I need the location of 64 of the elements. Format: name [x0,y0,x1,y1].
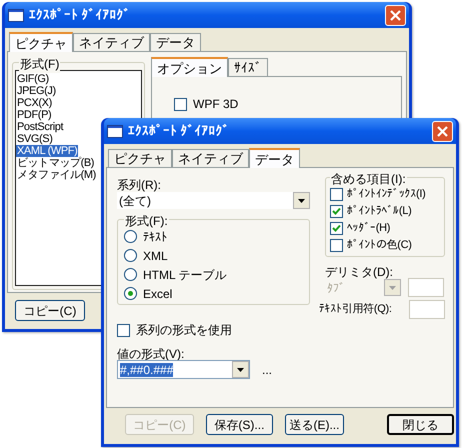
group-label: 含める項目(I): [330,170,407,188]
checkbox[interactable] [330,222,343,235]
button[interactable]: 保存(S)... [206,414,273,435]
field-label: デリミタ(D): [325,264,394,278]
close-icon [390,10,401,20]
checkbox[interactable] [330,188,343,201]
window-title: ｴｸｽﾎﾟｰﾄ ﾀﾞｲｱﾛｸﾞ [29,6,132,24]
close-button[interactable] [385,4,406,26]
checkbox[interactable] [174,98,187,110]
tab[interactable]: オプション [151,57,228,77]
list-item[interactable]: GIF(G) [16,73,50,85]
radio-label: ﾃｷｽﾄ [143,228,167,246]
button[interactable]: 閉じる [387,414,454,435]
more-button[interactable]: ... [262,364,272,376]
radio-button[interactable] [124,287,137,300]
window-icon [8,8,24,22]
radio-button[interactable] [124,249,137,262]
checkbox-label: 系列の形式を使用 [136,322,232,339]
checkbox[interactable] [117,324,130,336]
checkbox[interactable] [330,239,343,252]
list-item[interactable]: PDF(P) [16,109,52,121]
tab[interactable]: ピクチャ [9,32,73,52]
list-item[interactable]: PostScript [16,121,64,133]
button[interactable]: 送る(E)... [284,414,344,435]
checkbox-label: ﾎﾟｲﾝﾄｲﾝﾃﾞｯｸｽ(I) [347,187,426,202]
checkbox-label: ﾎﾟｲﾝﾄﾗﾍﾞﾙ(L) [347,204,412,220]
button[interactable]: コピー(C) [15,300,85,321]
tab[interactable]: ｻｲｽﾞ [228,58,268,76]
tab[interactable]: ネイティブ [172,149,249,167]
close-icon [437,126,448,136]
radio-label: HTML テーブル [143,266,227,284]
close-button[interactable] [432,120,453,142]
checkbox[interactable] [330,205,343,218]
radio-button[interactable] [124,230,137,243]
group-label: 形式(F) [19,55,60,73]
list-item[interactable]: ビットマップ(B) [16,157,96,169]
tab[interactable]: データ [150,33,201,51]
caret-icon [237,368,244,372]
radio-label: Excel [143,286,172,302]
list-item[interactable]: PCX(X) [16,97,53,109]
tab[interactable]: データ [249,148,300,168]
field-label: 値の形式(V): [117,346,186,360]
checkbox-label: ﾎﾟｲﾝﾄの色(C) [347,238,412,254]
checkbox-label: WPF 3D [193,96,238,113]
dropdown-button[interactable] [293,192,310,209]
dropdown-button[interactable] [232,361,249,378]
list-item[interactable]: SVG(S) [16,133,54,145]
list-item[interactable]: メタファイル(M) [16,169,97,181]
list-item[interactable]: XAML (WPF) [16,145,78,157]
group-label: 形式(F): [124,212,169,230]
value-format-dropdown[interactable]: #,##0.### [117,360,250,379]
input-field[interactable] [408,278,444,297]
input-field[interactable] [409,300,445,319]
checkbox-label: ﾍｯﾀﾞｰ(H) [347,221,390,236]
caret-icon [389,286,396,290]
tab[interactable]: ネイティブ [73,33,150,51]
window-icon [107,124,123,138]
radio-label: XML [143,248,168,264]
series-dropdown[interactable]: (全て) [117,192,310,209]
tab[interactable]: ピクチャ [108,149,172,167]
list-item[interactable]: JPEG(J) [16,85,57,97]
field-label: ﾃｷｽﾄ引用符(Q): [319,302,393,318]
radio-button[interactable] [124,268,137,281]
caret-icon [298,198,305,202]
